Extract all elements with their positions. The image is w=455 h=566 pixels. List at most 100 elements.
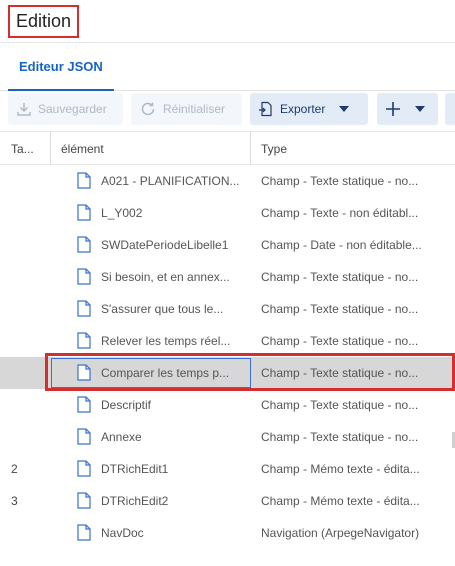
element-label: Descriptif xyxy=(101,398,152,412)
caret-down-icon xyxy=(339,106,350,112)
table-row[interactable]: SWDatePeriodeLibelle1 Champ - Date - non … xyxy=(0,229,455,261)
save-button[interactable]: Sauvegarder xyxy=(8,93,123,125)
type-label: Champ - Texte statique - no... xyxy=(261,302,419,316)
table-row[interactable]: 3 DTRichEdit2 Champ - Mémo texte - édita..… xyxy=(0,485,455,517)
element-label: L_Y002 xyxy=(101,206,143,220)
document-icon xyxy=(77,428,93,446)
element-cell[interactable]: Si besoin, et en annex... xyxy=(77,261,247,293)
element-cell[interactable]: DTRichEdit1 xyxy=(77,453,247,485)
type-label: Champ - Date - non éditable... xyxy=(261,238,422,252)
type-cell[interactable]: Champ - Texte statique - no... xyxy=(261,421,443,453)
element-label: S'assurer que tous le... xyxy=(101,302,224,316)
column-header-ta[interactable]: Ta... xyxy=(11,132,49,165)
type-label: Navigation (ArpegeNavigator) xyxy=(261,526,420,540)
element-cell[interactable]: L_Y002 xyxy=(77,197,247,229)
type-label: Champ - Texte statique - no... xyxy=(261,430,419,444)
type-cell[interactable]: Champ - Mémo texte - édita... xyxy=(261,453,443,485)
document-icon xyxy=(77,492,93,510)
table-row[interactable]: A021 - PLANIFICATION... Champ - Texte sta… xyxy=(0,165,455,197)
window-title-box: Edition xyxy=(8,5,80,38)
type-cell[interactable]: Champ - Texte statique - no... xyxy=(261,165,443,197)
document-icon xyxy=(77,524,93,542)
table-row[interactable]: 2 DTRichEdit1 Champ - Mémo texte - édita..… xyxy=(0,453,455,485)
cell-focus-outline xyxy=(51,358,251,388)
document-icon xyxy=(77,332,93,350)
plus-icon xyxy=(385,101,401,117)
table-row[interactable]: Relever les temps réel... Champ - Texte s… xyxy=(0,325,455,357)
elements-table: Ta... élément Type A021 - PLANIFICATION.… xyxy=(0,131,455,549)
element-label: Si besoin, et en annex... xyxy=(101,270,230,284)
element-cell[interactable]: Annexe xyxy=(77,421,247,453)
table-body: A021 - PLANIFICATION... Champ - Texte sta… xyxy=(0,165,455,549)
type-cell[interactable]: Champ - Texte statique - no... xyxy=(261,357,443,389)
column-divider[interactable] xyxy=(250,132,251,165)
column-divider[interactable] xyxy=(50,132,51,165)
reset-button-label: Réinitialiser xyxy=(163,102,226,116)
element-cell[interactable]: S'assurer que tous le... xyxy=(77,293,247,325)
type-cell[interactable]: Champ - Texte statique - no... xyxy=(261,389,443,421)
element-label: A021 - PLANIFICATION... xyxy=(101,174,240,188)
export-button-label: Exporter xyxy=(280,102,326,116)
table-header: Ta... élément Type xyxy=(0,131,455,165)
element-cell[interactable]: Relever les temps réel... xyxy=(77,325,247,357)
row-number: 3 xyxy=(11,494,18,508)
tab-bar: Editeur JSON xyxy=(0,43,455,91)
table-row[interactable]: L_Y002 Champ - Texte - non éditabl... xyxy=(0,197,455,229)
element-label: Annexe xyxy=(101,430,142,444)
element-cell[interactable]: NavDoc xyxy=(77,517,247,549)
element-label: DTRichEdit2 xyxy=(101,494,169,508)
reset-button[interactable]: Réinitialiser xyxy=(131,93,242,125)
document-icon xyxy=(77,236,93,254)
type-cell[interactable]: Champ - Texte statique - no... xyxy=(261,261,443,293)
type-label: Champ - Texte statique - no... xyxy=(261,270,419,284)
document-icon xyxy=(77,300,93,318)
row-number: 2 xyxy=(11,462,18,476)
save-button-label: Sauvegarder xyxy=(38,102,107,116)
table-row[interactable]: Si besoin, et en annex... Champ - Texte s… xyxy=(0,261,455,293)
element-label: Relever les temps réel... xyxy=(101,334,231,348)
element-label: SWDatePeriodeLibelle1 xyxy=(101,238,229,252)
type-cell[interactable]: Champ - Texte statique - no... xyxy=(261,325,443,357)
type-label: Champ - Texte statique - no... xyxy=(261,174,419,188)
document-icon xyxy=(77,204,93,222)
more-button[interactable] xyxy=(445,93,455,125)
document-icon xyxy=(77,396,93,414)
title-bar: Edition xyxy=(0,0,455,43)
download-icon xyxy=(16,101,32,117)
caret-down-icon xyxy=(415,106,425,112)
export-button[interactable]: Exporter xyxy=(250,93,368,125)
element-cell[interactable]: Descriptif xyxy=(77,389,247,421)
element-cell[interactable]: SWDatePeriodeLibelle1 xyxy=(77,229,247,261)
type-cell[interactable]: Champ - Date - non éditable... xyxy=(261,229,443,261)
export-file-icon xyxy=(258,101,274,117)
table-row[interactable]: S'assurer que tous le... Champ - Texte st… xyxy=(0,293,455,325)
document-icon xyxy=(77,268,93,286)
type-label: Champ - Mémo texte - édita... xyxy=(261,462,420,476)
type-label: Champ - Mémo texte - édita... xyxy=(261,494,420,508)
type-label: Champ - Texte - non éditabl... xyxy=(261,206,419,220)
element-label: DTRichEdit1 xyxy=(101,462,169,476)
document-icon xyxy=(77,172,93,190)
table-row[interactable]: NavDoc Navigation (ArpegeNavigator) xyxy=(0,517,455,549)
type-label: Champ - Texte statique - no... xyxy=(261,334,419,348)
type-label: Champ - Texte statique - no... xyxy=(261,398,419,412)
element-cell[interactable]: DTRichEdit2 xyxy=(77,485,247,517)
type-label: Champ - Texte statique - no... xyxy=(261,366,419,380)
column-header-type[interactable]: Type xyxy=(261,132,287,165)
add-button[interactable] xyxy=(377,93,438,125)
document-icon xyxy=(77,460,93,478)
type-cell[interactable]: Champ - Mémo texte - édita... xyxy=(261,485,443,517)
table-row[interactable]: Annexe Champ - Texte statique - no... xyxy=(0,421,455,453)
tab-editeur-json[interactable]: Editeur JSON xyxy=(8,43,114,91)
type-cell[interactable]: Navigation (ArpegeNavigator) xyxy=(261,517,443,549)
type-cell[interactable]: Champ - Texte statique - no... xyxy=(261,293,443,325)
table-row[interactable]: Descriptif Champ - Texte statique - no... xyxy=(0,389,455,421)
type-cell[interactable]: Champ - Texte - non éditabl... xyxy=(261,197,443,229)
column-header-element[interactable]: élément xyxy=(61,132,249,165)
toolbar: Sauvegarder Réinitialiser Exporter xyxy=(0,91,455,129)
table-row[interactable]: Comparer les temps p... Champ - Texte sta… xyxy=(0,353,455,391)
element-label: NavDoc xyxy=(101,526,144,540)
refresh-icon xyxy=(139,100,157,118)
window-title: Edition xyxy=(16,11,72,31)
element-cell[interactable]: A021 - PLANIFICATION... xyxy=(77,165,247,197)
